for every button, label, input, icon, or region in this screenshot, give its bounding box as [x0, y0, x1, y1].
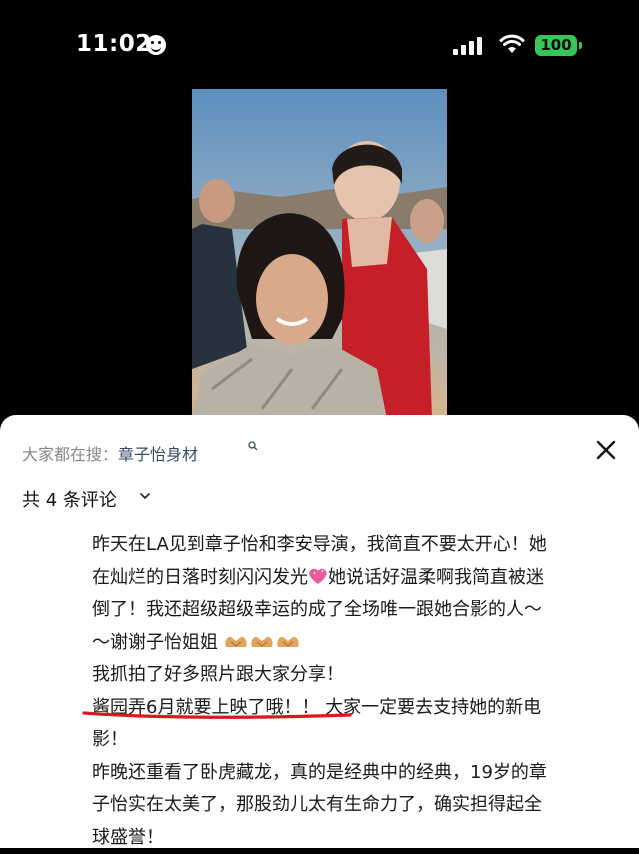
- status-bar: 11:02 100: [0, 0, 639, 90]
- trending-search[interactable]: 大家都在搜：章子怡身材: [22, 441, 198, 465]
- chevron-down-icon[interactable]: [139, 490, 151, 502]
- smiley-icon: [146, 35, 166, 55]
- post-photo[interactable]: [192, 89, 447, 419]
- selfie-image: [192, 89, 447, 419]
- comment-text: 她说话好温柔啊我简直被迷: [328, 567, 544, 588]
- trending-search-term[interactable]: 章子怡身材: [118, 445, 198, 464]
- heart-hands-icon: [224, 633, 248, 649]
- comment-line: 倒了！我还超级超级幸运的成了全场唯一跟她合影的人～: [92, 594, 622, 627]
- close-icon[interactable]: [593, 437, 619, 463]
- status-time: 11:02: [76, 31, 152, 57]
- heart-hands-icon: [276, 633, 300, 649]
- comment-text: 在灿烂的日落时刻闪闪发光: [92, 567, 308, 588]
- comment-line: 昨晚还重看了卧虎藏龙，真的是经典中的经典，19岁的章: [92, 757, 622, 790]
- comment-line: 我抓拍了好多照片跟大家分享！: [92, 659, 622, 692]
- red-underline-mark: [82, 708, 354, 722]
- comment-text: 大家一定要去支持她的新电: [325, 697, 541, 718]
- battery-icon: 100: [535, 35, 577, 56]
- battery-cap: [579, 42, 582, 49]
- comment-body: 昨天在LA见到章子怡和李安导演，我简直不要太开心！她 在灿烂的日落时刻闪闪发光她…: [92, 529, 622, 854]
- comment-line: ～谢谢子怡姐姐: [92, 627, 622, 660]
- comment-line: 球盛誉！: [92, 822, 622, 854]
- search-icon[interactable]: [248, 441, 258, 451]
- battery-level: 100: [535, 36, 577, 54]
- cellular-signal-icon: [453, 37, 489, 55]
- heart-hands-icon: [250, 633, 274, 649]
- trending-search-prefix: 大家都在搜：: [22, 445, 118, 464]
- sparkling-heart-icon: [308, 567, 328, 585]
- wifi-icon: [499, 34, 525, 54]
- comment-line: 在灿烂的日落时刻闪闪发光她说话好温柔啊我简直被迷: [92, 562, 622, 595]
- comment-line: 影！: [92, 724, 622, 757]
- comment-line: 子怡实在太美了，那股劲儿太有生命力了，确实担得起全: [92, 789, 622, 822]
- comment-count[interactable]: 共 4 条评论: [22, 486, 117, 512]
- comment-text: ～谢谢子怡姐姐: [92, 632, 218, 653]
- comment-line: 昨天在LA见到章子怡和李安导演，我简直不要太开心！她: [92, 529, 622, 562]
